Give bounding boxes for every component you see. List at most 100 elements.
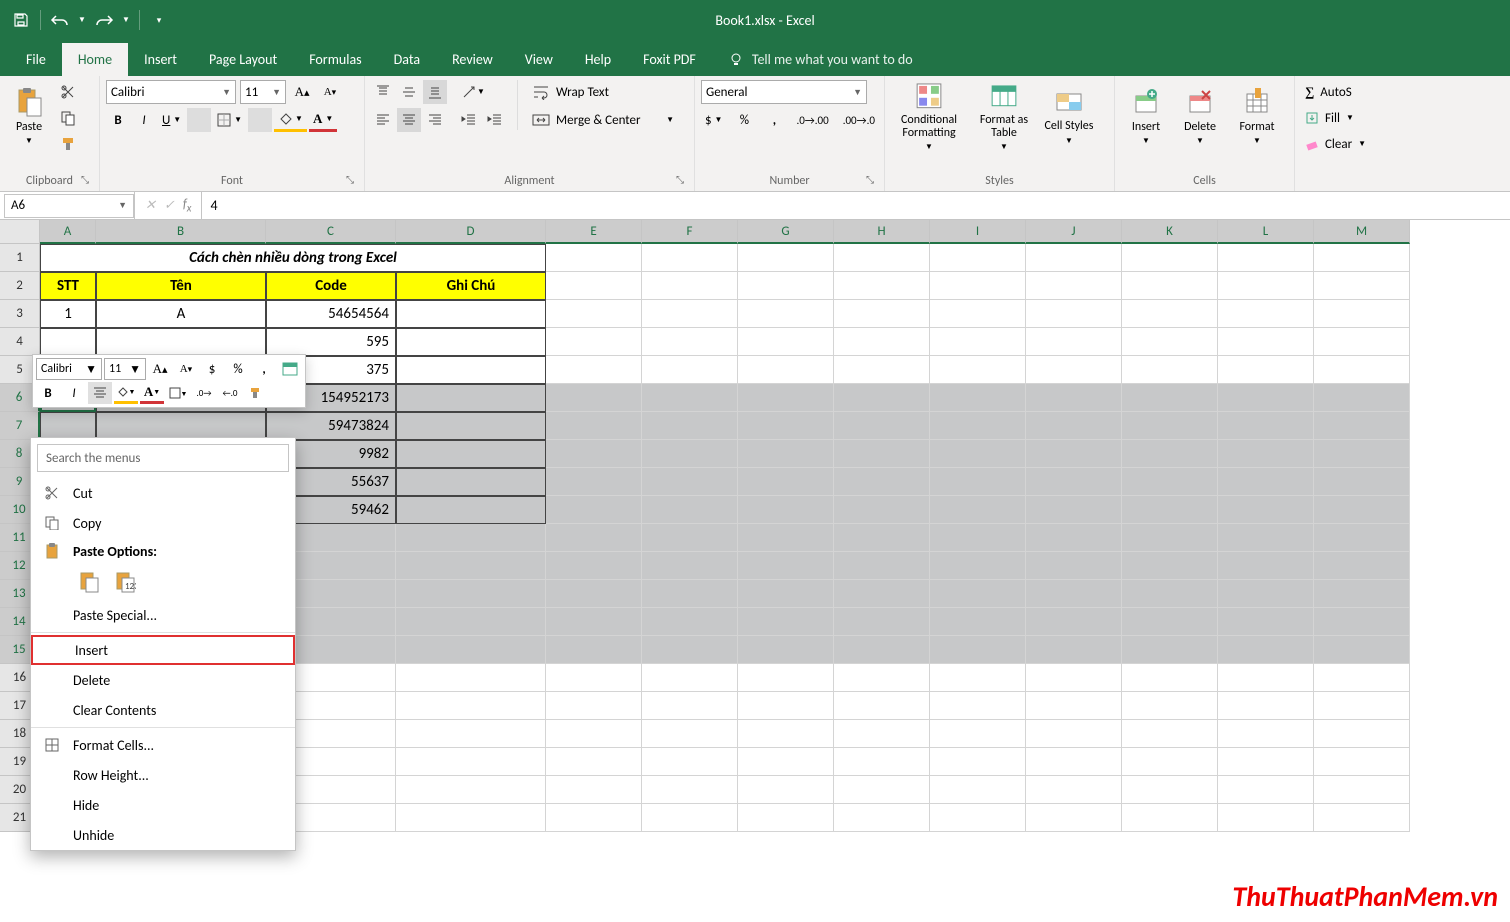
cm-row-height[interactable]: Row Height... [31, 760, 295, 790]
cell[interactable] [834, 608, 930, 636]
formula-input[interactable] [202, 197, 1510, 214]
tab-data[interactable]: Data [378, 43, 436, 76]
cell[interactable] [396, 384, 546, 412]
cell[interactable] [834, 412, 930, 440]
col-header-M[interactable]: M [1314, 220, 1410, 244]
cell[interactable] [1218, 692, 1314, 720]
cell[interactable] [396, 692, 546, 720]
conditional-formatting-button[interactable]: Conditional Formatting▼ [891, 80, 967, 152]
tab-page-layout[interactable]: Page Layout [193, 43, 293, 76]
bold-button[interactable]: B [106, 108, 130, 132]
cell[interactable] [546, 468, 642, 496]
cell[interactable] [930, 356, 1026, 384]
cell[interactable] [546, 636, 642, 664]
font-dialog-launcher[interactable]: ⤡ [346, 173, 360, 187]
cell[interactable] [834, 272, 930, 300]
cell[interactable] [642, 440, 738, 468]
autosum-button[interactable]: ∑AutoS [1301, 80, 1356, 104]
cell[interactable] [1218, 496, 1314, 524]
cell[interactable] [1026, 524, 1122, 552]
cell[interactable] [546, 412, 642, 440]
cell[interactable] [738, 580, 834, 608]
cell[interactable] [1218, 776, 1314, 804]
clear-button[interactable]: Clear▼ [1301, 132, 1370, 156]
cell[interactable] [1026, 804, 1122, 832]
cell[interactable] [396, 608, 546, 636]
cell[interactable] [1218, 412, 1314, 440]
tab-formulas[interactable]: Formulas [293, 43, 377, 76]
cell[interactable] [1218, 608, 1314, 636]
select-all-button[interactable] [0, 220, 40, 244]
cm-copy[interactable]: Copy [31, 508, 295, 538]
cell[interactable] [738, 804, 834, 832]
cell[interactable]: Code [266, 272, 396, 300]
cell[interactable] [834, 440, 930, 468]
cell[interactable] [738, 412, 834, 440]
cell[interactable] [834, 496, 930, 524]
orientation-button[interactable]: ▼ [457, 80, 489, 104]
cell[interactable] [1026, 384, 1122, 412]
cell[interactable] [546, 440, 642, 468]
cell[interactable] [930, 272, 1026, 300]
cell[interactable] [546, 272, 642, 300]
cell[interactable] [930, 496, 1026, 524]
paste-values-icon[interactable]: 123 [111, 568, 139, 596]
cell[interactable] [396, 580, 546, 608]
cell[interactable] [96, 328, 266, 356]
cell[interactable]: 1 [40, 300, 96, 328]
cell[interactable] [546, 580, 642, 608]
cell[interactable] [546, 384, 642, 412]
cell[interactable] [642, 776, 738, 804]
cell[interactable] [396, 468, 546, 496]
cell[interactable] [642, 300, 738, 328]
cell[interactable] [1218, 552, 1314, 580]
cell[interactable] [1122, 748, 1218, 776]
decrease-decimal-button[interactable]: .00→.0 [839, 108, 879, 132]
cell[interactable]: Ghi Chú [396, 272, 546, 300]
cell[interactable] [1026, 356, 1122, 384]
cell[interactable] [1026, 664, 1122, 692]
cell[interactable] [642, 496, 738, 524]
cell[interactable] [930, 720, 1026, 748]
decrease-indent-button[interactable] [457, 108, 481, 132]
cell[interactable] [642, 608, 738, 636]
cell[interactable] [930, 748, 1026, 776]
cell[interactable] [546, 552, 642, 580]
increase-indent-button[interactable] [483, 108, 507, 132]
cell[interactable] [930, 328, 1026, 356]
cell[interactable] [834, 300, 930, 328]
cell[interactable] [396, 748, 546, 776]
mini-font-color[interactable]: A▼ [140, 382, 164, 404]
mini-font-combo[interactable]: Calibri▼ [36, 358, 102, 380]
cell[interactable] [1314, 300, 1410, 328]
row-header[interactable]: 3 [0, 300, 40, 328]
paste-default-icon[interactable] [75, 568, 103, 596]
cell[interactable] [930, 412, 1026, 440]
cell[interactable] [834, 776, 930, 804]
cell[interactable] [834, 692, 930, 720]
mini-inc-decimal[interactable]: .0→ [192, 382, 216, 404]
cell[interactable]: Tên [96, 272, 266, 300]
cell[interactable] [738, 244, 834, 272]
cell[interactable] [738, 496, 834, 524]
cell[interactable] [642, 748, 738, 776]
cell[interactable] [834, 356, 930, 384]
cell[interactable] [642, 244, 738, 272]
cell[interactable] [1218, 720, 1314, 748]
save-button[interactable] [10, 9, 32, 31]
cell[interactable] [396, 524, 546, 552]
cell[interactable] [834, 328, 930, 356]
mini-format-painter[interactable] [244, 382, 268, 404]
cell[interactable] [1218, 440, 1314, 468]
cell[interactable] [1314, 580, 1410, 608]
cell[interactable] [546, 608, 642, 636]
cm-delete[interactable]: Delete [31, 665, 295, 695]
row-header[interactable]: 7 [0, 412, 40, 440]
cell[interactable] [642, 468, 738, 496]
cm-clear-contents[interactable]: Clear Contents [31, 695, 295, 725]
tab-home[interactable]: Home [62, 43, 128, 76]
cell[interactable] [1218, 384, 1314, 412]
cell[interactable] [1026, 300, 1122, 328]
cell[interactable] [642, 664, 738, 692]
cell[interactable]: 54654564 [266, 300, 396, 328]
